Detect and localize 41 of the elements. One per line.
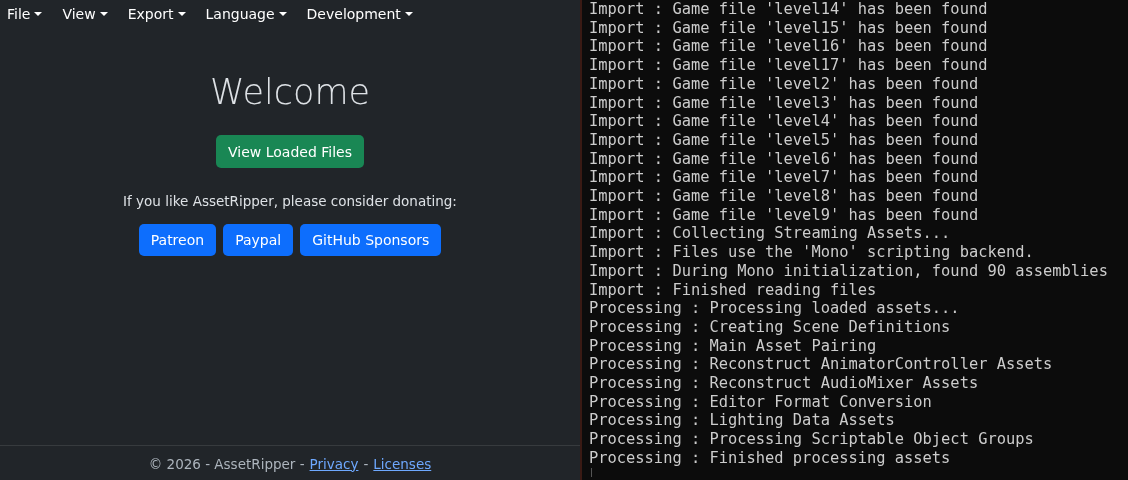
console-line: Import : Game file 'level7' has been found	[589, 168, 980, 188]
console-line: Import : Game file 'level9' has been found	[589, 205, 980, 225]
console-line: Import : Finished reading files	[589, 280, 878, 300]
console-line: Import : Game file 'level15' has been found	[589, 18, 989, 38]
console-line: Processing : Lighting Data Assets	[589, 411, 896, 431]
donate-button[interactable]: Paypal	[223, 224, 294, 256]
console-line: Processing : Main Asset Pairing	[589, 336, 878, 356]
footer-link[interactable]: Privacy	[309, 455, 359, 472]
view-loaded-files-button[interactable]: View Loaded Files	[216, 135, 364, 168]
text-cursor	[591, 467, 592, 477]
menu-item[interactable]: View	[62, 3, 108, 24]
console-line: Import : Game file 'level3' has been found	[589, 93, 980, 113]
console-line: Processing : Processing loaded assets...	[589, 299, 961, 318]
console-line: Processing : Processing Scriptable Object Groups	[589, 430, 1035, 449]
console-line: Import : Game file 'level2' has been found	[589, 74, 980, 94]
menu-item[interactable]: Export	[127, 3, 186, 24]
console-line: Processing : Finished processing assets	[589, 448, 952, 468]
console-line: Import : Game file 'level6' has been found	[589, 149, 980, 169]
console-line: Processing : Reconstruct AudioMixer Assets	[589, 374, 980, 393]
donate-button[interactable]: Patreon	[138, 224, 217, 256]
console-line: Processing : Creating Scene Definitions	[589, 317, 952, 337]
console-line: Import : Game file 'level4' has been found	[589, 112, 980, 131]
console-line: Import : Collecting Streaming Assets...	[589, 224, 952, 244]
donate-button[interactable]: GitHub Sponsors	[300, 224, 442, 256]
welcome-heading: Welcome	[209, 71, 371, 113]
menu-item[interactable]: Language	[205, 3, 287, 24]
console-line: Import : Game file 'level16' has been found	[589, 37, 989, 57]
console-line: Import : Game file 'level5' has been found	[589, 130, 980, 150]
console-line: Import : During Mono initialization, found 90 assemblies	[589, 261, 1109, 281]
copyright-text: © 2026 - AssetRipper -	[148, 455, 305, 472]
console-line: Processing : Editor Format Conversion	[589, 392, 933, 412]
console-line: Import : Game file 'level17' has been found	[589, 56, 989, 75]
separator-text: -	[363, 455, 369, 472]
console-line: Import : Files use the 'Mono' scripting backend.	[589, 243, 1035, 262]
menu-item[interactable]: File	[7, 3, 43, 24]
menu-item[interactable]: Development	[306, 3, 413, 24]
console-line: Processing : Reconstruct AnimatorController Assets	[589, 355, 1054, 375]
donate-text: If you like AssetRipper, please consider donating:	[123, 193, 457, 209]
console-line: Import : Game file 'level14' has been found	[589, 0, 989, 19]
footer-link[interactable]: Licenses	[373, 455, 432, 472]
console-line: Import : Game file 'level8' has been found	[589, 187, 980, 206]
